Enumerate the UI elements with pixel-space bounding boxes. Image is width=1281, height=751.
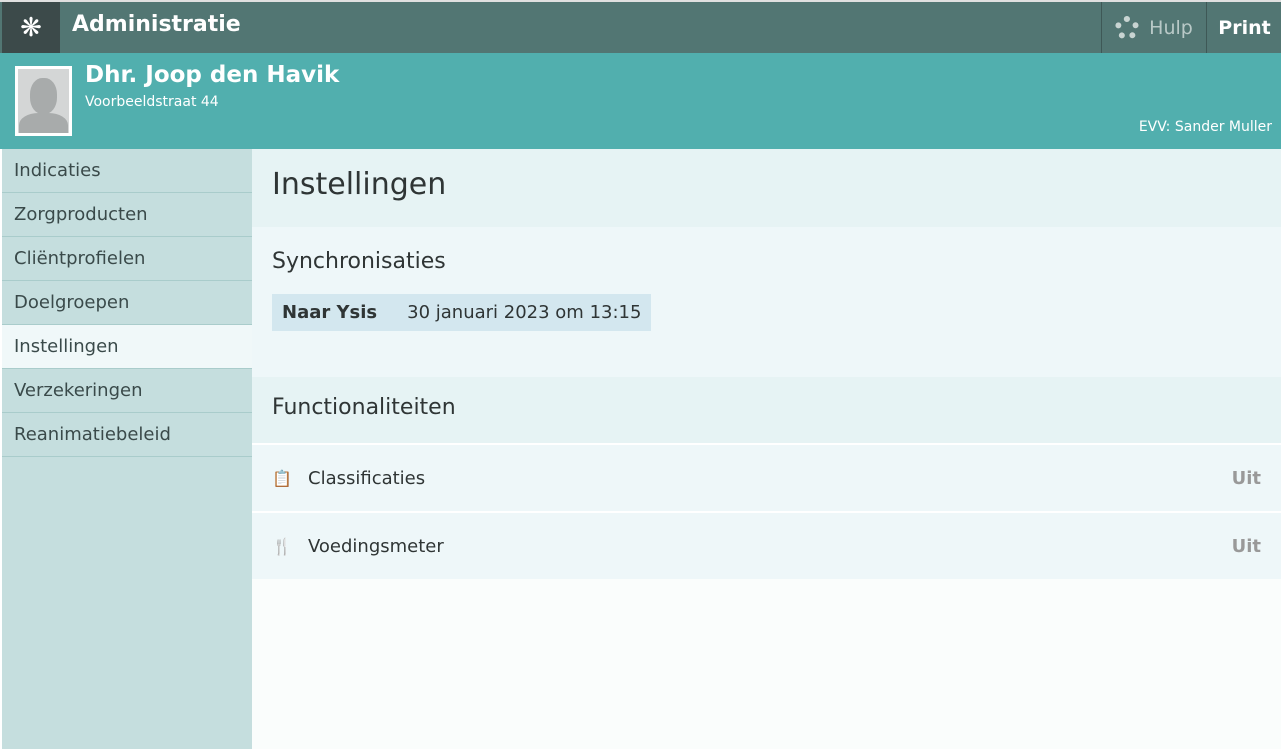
function-row-classificaties[interactable]: 📋 Classificaties Uit: [252, 443, 1281, 511]
sync-label: Naar Ysis: [282, 302, 377, 323]
sidebar-item-zorgproducten[interactable]: Zorgproducten: [2, 193, 252, 237]
utensils-icon: 🍴: [272, 537, 294, 556]
client-evv: EVV: Sander Muller: [1139, 119, 1272, 135]
functions-header: Functionaliteiten: [252, 377, 1281, 443]
sidebar-item-verzekeringen[interactable]: Verzekeringen: [2, 369, 252, 413]
logo-icon[interactable]: ❋: [2, 2, 60, 53]
sidebar-item-reanimatiebeleid[interactable]: Reanimatiebeleid: [2, 413, 252, 457]
client-name: Dhr. Joop den Havik: [85, 62, 339, 88]
lifebuoy-icon: [1115, 16, 1139, 40]
sidebar: Indicaties Zorgproducten Cliëntprofielen…: [2, 149, 252, 749]
sync-heading: Synchronisaties: [272, 249, 1261, 274]
sidebar-item-instellingen[interactable]: Instellingen: [2, 325, 252, 369]
sync-row: Naar Ysis 30 januari 2023 om 13:15: [272, 294, 651, 331]
sidebar-item-doelgroepen[interactable]: Doelgroepen: [2, 281, 252, 325]
function-row-voedingsmeter[interactable]: 🍴 Voedingsmeter Uit: [252, 511, 1281, 579]
sidebar-item-clientprofielen[interactable]: Cliëntprofielen: [2, 237, 252, 281]
avatar: [15, 66, 72, 136]
client-address: Voorbeeldstraat 44: [85, 94, 219, 110]
page-title: Instellingen: [252, 149, 1281, 227]
sync-section: Synchronisaties Naar Ysis 30 januari 202…: [252, 227, 1281, 377]
function-status[interactable]: Uit: [1232, 468, 1261, 489]
functions-heading: Functionaliteiten: [272, 395, 1261, 420]
top-bar: ❋ Administratie Hulp Print: [0, 0, 1281, 53]
function-label: Classificaties: [308, 468, 425, 489]
function-status[interactable]: Uit: [1232, 536, 1261, 557]
help-button[interactable]: Hulp: [1101, 2, 1207, 53]
function-label: Voedingsmeter: [308, 536, 444, 557]
main-content: Instellingen Synchronisaties Naar Ysis 3…: [252, 149, 1281, 749]
help-label: Hulp: [1149, 17, 1193, 39]
client-header: Dhr. Joop den Havik Voorbeeldstraat 44 E…: [0, 53, 1281, 149]
sidebar-item-indicaties[interactable]: Indicaties: [2, 149, 252, 193]
sync-value: 30 januari 2023 om 13:15: [407, 302, 641, 323]
clipboard-check-icon: 📋: [272, 469, 294, 488]
print-button[interactable]: Print: [1208, 2, 1281, 53]
app-title: Administratie: [72, 12, 241, 37]
